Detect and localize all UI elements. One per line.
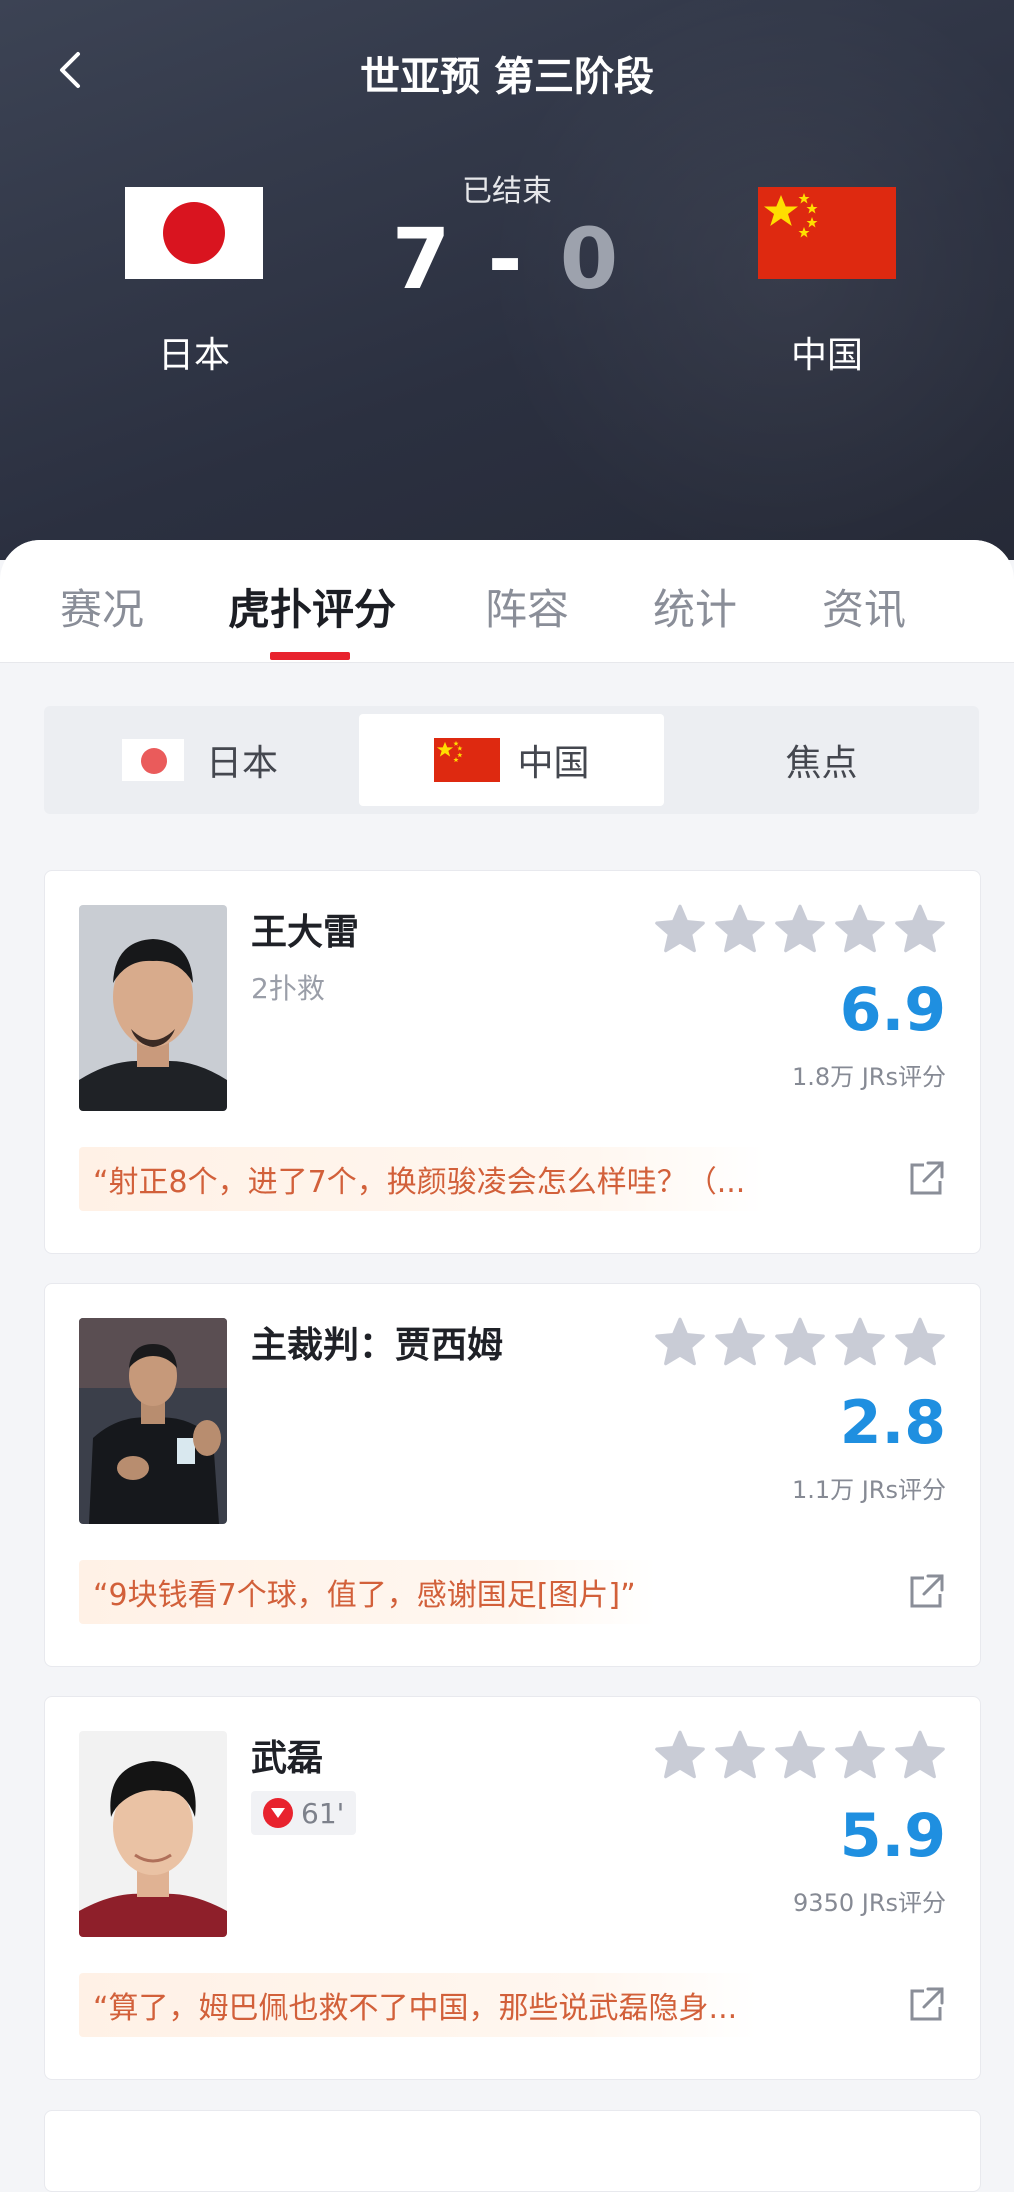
player-photo [79,905,227,1111]
score-separator: - [487,210,527,308]
rating-score: 6.9 [839,975,946,1045]
home-score: 7 [391,210,455,308]
rating-count: 9350 JRs评分 [793,1889,946,1917]
tab-lineup[interactable]: 阵容 [485,576,569,637]
star-icon[interactable] [894,1729,946,1781]
rating-score: 5.9 [839,1801,946,1871]
share-icon[interactable] [906,1159,946,1199]
player-name: 王大雷 [251,912,360,953]
share-icon[interactable] [906,1572,946,1612]
share-icon[interactable] [906,1985,946,2025]
player-name: 武磊 [251,1738,324,1779]
player-rating-card[interactable]: 王大雷 2扑救 6.9 1.8万 JRs评分 “射正8个，进了7个，换颜骏凌会怎… [44,870,981,1254]
top-comment[interactable]: “算了，姆巴佩也救不了中国，那些说武磊隐身... [79,1973,758,2037]
match-header: 世亚预 第三阶段 日本 中国 已结束 7 - 0 [0,0,1014,560]
player-stat: 2扑救 [251,972,325,1005]
segment-focus[interactable]: 焦点 [664,706,979,814]
rating-count: 1.8万 JRs评分 [791,1063,946,1091]
star-icon[interactable] [654,903,706,955]
star-icon[interactable] [774,903,826,955]
star-icon[interactable] [774,1729,826,1781]
segment-focus-label: 焦点 [785,743,858,784]
segment-japan[interactable]: 日本 [44,706,356,814]
player-rating-card[interactable]: 武磊 61' 5.9 9350 JRs评分 “算了，姆巴佩也救不了中国，那些说武… [44,1696,981,2080]
star-icon[interactable] [714,1316,766,1368]
rating-stars[interactable] [654,903,946,955]
star-icon[interactable] [894,903,946,955]
segment-japan-label: 日本 [205,743,278,784]
tab-stats[interactable]: 统计 [653,576,737,637]
team-segment-control: 日本 中国 焦点 [44,706,979,814]
substitution-minute: 61' [301,1796,345,1830]
star-icon[interactable] [834,903,886,955]
star-icon[interactable] [834,1316,886,1368]
tab-ratings[interactable]: 虎扑评分 [228,576,396,637]
tab-live[interactable]: 赛况 [60,576,144,637]
player-rating-card-partial[interactable] [44,2110,981,2192]
rating-count: 1.1万 JRs评分 [791,1476,946,1504]
referee-photo [79,1318,227,1524]
tab-bar: 赛况 虎扑评分 阵容 统计 资讯 [0,540,1014,663]
away-team-name: 中国 [790,335,863,376]
star-icon[interactable] [714,1729,766,1781]
rating-score: 2.8 [839,1388,946,1458]
match-score: 7 - 0 [0,210,1014,308]
home-team-name: 日本 [157,335,230,376]
substitution-badge: 61' [251,1791,357,1835]
player-photo [79,1731,227,1937]
top-comment[interactable]: “射正8个，进了7个，换颜骏凌会怎么样哇？（... [79,1147,766,1211]
star-icon[interactable] [714,903,766,955]
star-icon[interactable] [834,1729,886,1781]
top-comment[interactable]: “9块钱看7个球，值了，感谢国足[图片]” [79,1560,656,1624]
referee-rating-card[interactable]: 主裁判：贾西姆 2.8 1.1万 JRs评分 “9块钱看7个球，值了，感谢国足[… [44,1283,981,1667]
referee-name: 主裁判：贾西姆 [251,1325,504,1366]
away-score: 0 [559,210,623,308]
page-title: 世亚预 第三阶段 [360,54,654,100]
tab-news[interactable]: 资讯 [822,576,906,637]
active-tab-indicator [270,652,350,660]
segment-china[interactable]: 中国 [359,714,664,806]
star-icon[interactable] [894,1316,946,1368]
rating-stars[interactable] [654,1316,946,1368]
star-icon[interactable] [654,1729,706,1781]
match-status: 已结束 [462,174,552,209]
segment-china-label: 中国 [517,743,590,784]
star-icon[interactable] [774,1316,826,1368]
japan-flag-icon [121,739,184,781]
substitution-out-icon [263,1798,293,1828]
rating-stars[interactable] [654,1729,946,1781]
china-flag-icon [434,738,501,782]
star-icon[interactable] [654,1316,706,1368]
